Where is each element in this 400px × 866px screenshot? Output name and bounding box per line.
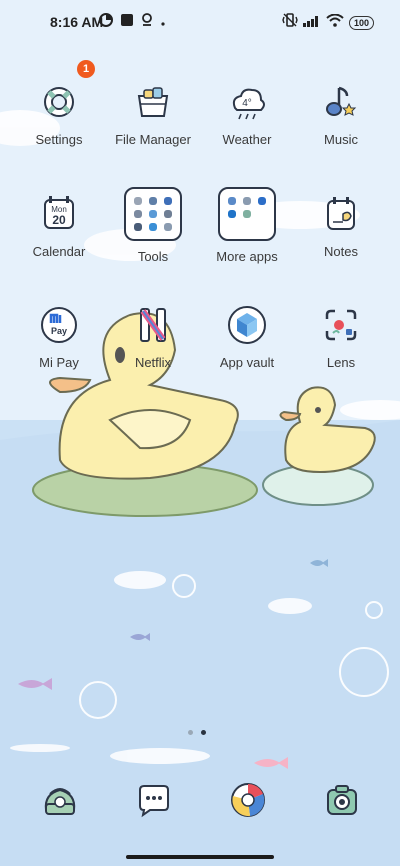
app-label: Mi Pay bbox=[39, 355, 79, 370]
data-saver-icon bbox=[99, 13, 113, 32]
calendar-icon: Mon 20 bbox=[37, 192, 81, 236]
app-netflix[interactable]: Netflix bbox=[106, 303, 200, 370]
status-right-icons: 100 bbox=[282, 13, 374, 32]
app-label: Settings bbox=[35, 132, 83, 147]
app-label: Notes bbox=[324, 244, 358, 259]
gesture-handle[interactable] bbox=[126, 855, 274, 859]
dock-phone[interactable] bbox=[40, 780, 80, 820]
status-left-icons bbox=[99, 13, 166, 32]
tools-folder-icon bbox=[124, 187, 182, 241]
lifebuoy-settings-icon: 1 bbox=[37, 60, 95, 124]
app-label: Netflix bbox=[134, 355, 172, 370]
cloud-weather-icon: 4° bbox=[225, 80, 269, 124]
app-music[interactable]: Music bbox=[294, 80, 388, 147]
app-label: App vault bbox=[219, 355, 275, 370]
lens-icon bbox=[319, 303, 363, 347]
status-time: 8:16 AM bbox=[50, 14, 104, 30]
folder-more-apps[interactable]: More apps bbox=[200, 187, 294, 264]
music-note-icon bbox=[319, 80, 363, 124]
app-label: Weather bbox=[222, 132, 272, 147]
wifi-icon bbox=[326, 13, 344, 32]
app-label: File Manager bbox=[115, 132, 191, 147]
phone-icon bbox=[40, 788, 80, 824]
page-dot-active[interactable] bbox=[201, 730, 206, 735]
dock-camera[interactable] bbox=[322, 780, 362, 820]
browser-icon bbox=[228, 783, 268, 824]
mi-pay-text: Pay bbox=[51, 326, 67, 336]
square-notification-icon bbox=[120, 13, 134, 32]
page-dot[interactable] bbox=[188, 730, 193, 735]
app-label: Tools bbox=[137, 249, 169, 264]
mi-pay-icon: Pay bbox=[37, 303, 81, 347]
dock-messages[interactable] bbox=[134, 780, 174, 820]
app-notes[interactable]: Notes bbox=[294, 192, 388, 259]
camera-icon bbox=[322, 785, 362, 824]
netflix-icon bbox=[131, 303, 175, 347]
more-apps-folder-icon bbox=[218, 187, 276, 241]
app-calendar[interactable]: Mon 20 Calendar bbox=[12, 192, 106, 259]
notification-badge: 1 bbox=[77, 60, 95, 78]
signal-icon bbox=[302, 14, 321, 32]
notes-icon bbox=[319, 192, 363, 236]
app-mi-pay[interactable]: Pay Mi Pay bbox=[12, 303, 106, 370]
app-label: More apps bbox=[216, 249, 278, 264]
weather-temp: 4° bbox=[242, 98, 252, 109]
basket-folder-icon bbox=[131, 80, 175, 124]
app-settings[interactable]: 1 Settings bbox=[12, 60, 106, 147]
app-lens[interactable]: Lens bbox=[294, 303, 388, 370]
app-label: Music bbox=[324, 132, 358, 147]
app-vault-icon bbox=[225, 303, 269, 347]
page-indicator bbox=[188, 730, 206, 735]
app-label: Calendar bbox=[32, 244, 86, 259]
app-label: Lens bbox=[326, 355, 356, 370]
calendar-day: 20 bbox=[52, 213, 66, 227]
folder-tools[interactable]: Tools bbox=[106, 187, 200, 264]
messages-icon bbox=[134, 785, 174, 824]
app-app-vault[interactable]: App vault bbox=[200, 303, 294, 370]
battery-indicator: 100 bbox=[348, 15, 374, 30]
more-dot-icon bbox=[160, 14, 166, 32]
dock-browser[interactable] bbox=[228, 780, 268, 820]
status-bar: 8:16 AM 100 bbox=[0, 0, 400, 44]
app-file-manager[interactable]: File Manager bbox=[106, 80, 200, 147]
vibrate-icon bbox=[282, 13, 298, 32]
app-weather[interactable]: 4° Weather bbox=[200, 80, 294, 147]
location-pin-icon bbox=[141, 13, 153, 32]
